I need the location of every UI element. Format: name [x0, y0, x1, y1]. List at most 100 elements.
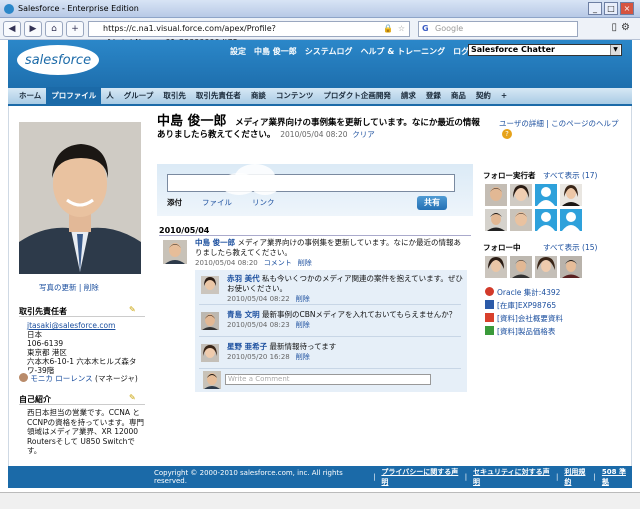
- feed-author-link[interactable]: 中島 俊一郎: [195, 238, 235, 247]
- comment-input[interactable]: Write a Comment: [225, 374, 431, 385]
- comment-delete-link[interactable]: 削除: [296, 353, 310, 361]
- profile-name: 中島 俊一郎: [157, 114, 227, 129]
- clear-status-link[interactable]: クリア: [352, 130, 375, 139]
- tab-registration[interactable]: 登録: [421, 87, 446, 105]
- follower-avatar[interactable]: [510, 184, 532, 206]
- tab-content[interactable]: コンテンツ: [271, 87, 319, 105]
- back-icon[interactable]: ◀: [3, 20, 21, 37]
- app-selector[interactable]: Salesforce Chatter ▼: [468, 44, 622, 56]
- top-links: 設定 中島 俊一郎 システムログ ヘルプ & トレーニング ログアウト: [230, 46, 493, 57]
- attach-link-link[interactable]: リンク: [252, 197, 275, 208]
- forward-icon[interactable]: ▶: [24, 20, 42, 37]
- footer-link-privacy[interactable]: プライバシーに関する声明: [381, 467, 462, 487]
- avatar[interactable]: [201, 312, 219, 330]
- minimize-button[interactable]: _: [588, 2, 602, 15]
- following-show-all-link[interactable]: すべて表示 (15): [543, 242, 597, 253]
- attach-file-link[interactable]: ファイル: [202, 197, 232, 208]
- avatar[interactable]: [203, 371, 221, 389]
- file-item[interactable]: [資料]製品価格表: [485, 325, 563, 338]
- tab-profile[interactable]: プロファイル: [46, 87, 102, 105]
- help-icon[interactable]: ?: [502, 129, 512, 139]
- tab-billing[interactable]: 請求: [396, 87, 421, 105]
- maximize-button[interactable]: □: [604, 2, 618, 15]
- toolbar-icons[interactable]: ▯⚙: [612, 22, 634, 33]
- comment-link[interactable]: コメント: [264, 259, 292, 267]
- file-item[interactable]: [資料]会社概要資料: [485, 312, 563, 325]
- avatar[interactable]: [163, 240, 187, 264]
- tab-bar: ホーム プロファイル 人 グループ 取引先 取引先責任者 商談 コンテンツ プロ…: [8, 87, 632, 106]
- following-avatar[interactable]: [560, 256, 582, 278]
- edit-bio-pencil-icon[interactable]: ✎: [129, 393, 136, 402]
- post-input[interactable]: [167, 174, 455, 192]
- search-box[interactable]: G Google: [418, 21, 578, 37]
- manager-row: モニカ ローレンス (マネージャ): [19, 373, 138, 384]
- comment-delete-link[interactable]: 削除: [296, 321, 310, 329]
- home-icon[interactable]: ⌂: [45, 20, 63, 37]
- follower-avatar[interactable]: [560, 184, 582, 206]
- page-icon[interactable]: ▯: [612, 22, 622, 33]
- file-link[interactable]: [在庫]EXP98765: [497, 301, 556, 310]
- tab-add[interactable]: +: [496, 87, 512, 105]
- file-link[interactable]: [資料]製品価格表: [497, 327, 555, 336]
- top-link-user[interactable]: 中島 俊一郎: [254, 46, 297, 57]
- avatar[interactable]: [201, 276, 219, 294]
- star-icon[interactable]: ☆: [398, 22, 405, 36]
- follower-avatar[interactable]: [510, 209, 532, 231]
- share-button[interactable]: 共有: [417, 196, 447, 210]
- comment-text: 赤羽 美代 私も今いくつかのメディア関連の案件を抱えています。ぜひお使いください…: [227, 274, 463, 304]
- top-link-syslog[interactable]: システムログ: [305, 46, 353, 57]
- address-bar[interactable]: https://c.na1.visual.force.com/apex/Prof…: [88, 21, 410, 47]
- footer-link-security[interactable]: セキュリティに対する声明: [473, 467, 554, 487]
- tab-groups[interactable]: グループ: [119, 87, 159, 105]
- tab-contracts[interactable]: 契約: [471, 87, 496, 105]
- tab-opportunities[interactable]: 商談: [246, 87, 271, 105]
- comment-author-link[interactable]: 青島 文明: [227, 310, 260, 319]
- follower-placeholder-avatar[interactable]: [535, 184, 557, 206]
- close-button[interactable]: ×: [620, 2, 634, 15]
- manager-link[interactable]: モニカ ローレンス: [30, 374, 92, 383]
- bio-text: 西日本担当の営業です。CCNA と CCNPの資格を持っています。専門領域はメデ…: [27, 408, 144, 455]
- follower-placeholder-avatar[interactable]: [535, 209, 557, 231]
- following-avatar[interactable]: [510, 256, 532, 278]
- feed-divider: [159, 235, 471, 236]
- footer-link-terms[interactable]: 利用規約: [564, 467, 591, 487]
- file-link[interactable]: Oracle 集計:4392: [497, 288, 560, 297]
- file-link[interactable]: [資料]会社概要資料: [497, 314, 563, 323]
- tab-home[interactable]: ホーム: [14, 87, 46, 105]
- comment-author-link[interactable]: 星野 亜希子: [227, 342, 267, 351]
- top-link-help[interactable]: ヘルプ & トレーニング: [361, 46, 446, 57]
- avatar[interactable]: [201, 344, 219, 362]
- comment-divider: [199, 304, 461, 305]
- search-placeholder: Google: [435, 24, 464, 33]
- oracle-icon: [485, 287, 494, 296]
- new-tab-icon[interactable]: +: [66, 20, 84, 37]
- follower-placeholder-avatar[interactable]: [560, 209, 582, 231]
- tab-products[interactable]: 商品: [446, 87, 471, 105]
- follower-avatar[interactable]: [485, 209, 507, 231]
- contact-email[interactable]: jtasaki@salesforce.com: [27, 321, 136, 330]
- photo-links[interactable]: 写真の更新 | 削除: [39, 282, 99, 293]
- followers-show-all-link[interactable]: すべて表示 (17): [543, 170, 597, 181]
- top-link-setup[interactable]: 設定: [230, 46, 246, 57]
- footer-link-508[interactable]: 508 準拠: [602, 467, 632, 487]
- profile-header: 中島 俊一郎 メディア業界向けの事例集を更新しています。なにか最近の情報ありまし…: [157, 114, 487, 141]
- following-avatar[interactable]: [535, 256, 557, 278]
- delete-link[interactable]: 削除: [298, 259, 312, 267]
- manager-role: (マネージャ): [95, 374, 138, 383]
- comment-body: 最新情報待ってます: [269, 342, 337, 351]
- following-avatar[interactable]: [485, 256, 507, 278]
- comment-meta: 2010/05/20 16:28 削除: [227, 352, 463, 362]
- comment-body: 私も今いくつかのメディア関連の案件を抱えています。ぜひお使いください。: [227, 274, 463, 293]
- tab-people[interactable]: 人: [101, 87, 119, 105]
- comment-author-link[interactable]: 赤羽 美代: [227, 274, 260, 283]
- tab-contacts[interactable]: 取引先責任者: [191, 87, 246, 105]
- file-item[interactable]: [在庫]EXP98765: [485, 299, 563, 312]
- follower-avatar[interactable]: [485, 184, 507, 206]
- help-links-text[interactable]: ユーザの詳細 | このページのヘルプ: [499, 119, 619, 128]
- tab-accounts[interactable]: 取引先: [158, 87, 191, 105]
- comment-delete-link[interactable]: 削除: [296, 295, 310, 303]
- tab-product-planning[interactable]: プロダクト企画開発: [318, 87, 396, 105]
- tools-gear-icon[interactable]: ⚙: [621, 22, 634, 33]
- edit-pencil-icon[interactable]: ✎: [129, 305, 136, 314]
- file-item[interactable]: Oracle 集計:4392: [485, 286, 563, 299]
